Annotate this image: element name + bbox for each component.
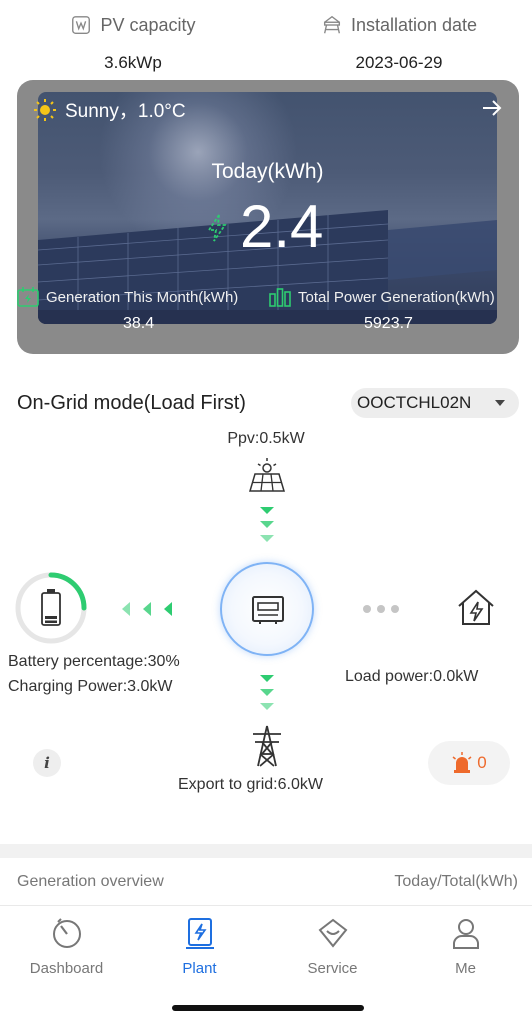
home-indicator <box>172 1005 364 1011</box>
flow-arrow <box>260 689 274 696</box>
caret-down-icon <box>495 400 505 406</box>
generation-overview-title: Generation overview <box>17 873 164 890</box>
device-selector[interactable]: OOCTCHL02N <box>351 388 519 418</box>
section-divider <box>0 844 532 858</box>
total-generation-label: Total Power Generation(kWh) <box>268 285 495 309</box>
today-generation-value: 2.4 <box>240 193 324 260</box>
inverter-node[interactable] <box>220 562 314 656</box>
tab-me[interactable]: Me <box>399 916 532 977</box>
installation-date: Installation date 2023-06-29 <box>266 14 532 73</box>
flow-idle-dot <box>377 605 385 613</box>
service-icon <box>318 918 347 948</box>
today-label: Today(kWh) <box>211 160 324 183</box>
alarm-count: 0 <box>477 753 487 772</box>
tab-label: Plant <box>182 960 217 977</box>
flow-arrow <box>260 703 274 710</box>
alarm-button[interactable]: 0 <box>428 741 510 785</box>
installation-icon <box>323 15 340 34</box>
pv-capacity: PV capacity 3.6kWp <box>0 14 266 73</box>
flow-arrow <box>164 602 172 616</box>
flow-arrow <box>260 675 274 682</box>
arrow-right-icon[interactable] <box>480 96 504 120</box>
inverter-icon <box>252 596 284 624</box>
solar-panel-icon[interactable] <box>246 456 288 494</box>
home-load-icon[interactable] <box>455 588 497 628</box>
flow-arrow <box>260 521 274 528</box>
alarm-siren-icon <box>452 752 472 773</box>
work-mode-title: On-Grid mode(Load First) <box>17 392 246 414</box>
tab-service[interactable]: Service <box>266 916 399 977</box>
tab-dashboard[interactable]: Dashboard <box>0 916 133 977</box>
flow-arrow <box>260 535 274 542</box>
export-to-grid-label: Export to grid:6.0kW <box>178 776 323 793</box>
device-id: OOCTCHL02N <box>357 393 472 412</box>
tab-label: Dashboard <box>29 960 104 977</box>
load-power-label: Load power:0.0kW <box>345 668 479 685</box>
battery-icon <box>41 589 61 626</box>
pv-capacity-value: 3.6kWp <box>104 53 162 72</box>
battery-gauge[interactable] <box>14 571 88 645</box>
flow-arrow <box>143 602 151 616</box>
dashboard-icon <box>52 918 81 948</box>
plant-icon <box>185 918 214 949</box>
bar-chart-icon <box>269 288 291 307</box>
plant-summary: PV capacity 3.6kWp Installation date 202… <box>0 14 532 74</box>
calendar-icon <box>17 287 39 307</box>
generation-overview-unit: Today/Total(kWh) <box>394 873 518 890</box>
weather-text: Sunny，1.0°C <box>65 101 186 122</box>
weather-status: Sunny，1.0°C <box>33 96 186 123</box>
tab-label: Service <box>307 960 358 977</box>
pv-power-label: Ppv:0.5kW <box>227 430 305 447</box>
total-generation-value: 5923.7 <box>364 315 413 332</box>
charging-power-label: Charging Power:3.0kW <box>8 678 173 695</box>
month-generation-value: 38.4 <box>123 315 155 332</box>
info-button[interactable]: i <box>33 749 61 777</box>
pv-capacity-icon <box>72 16 91 34</box>
pv-capacity-label: PV capacity <box>100 14 196 35</box>
flow-arrow <box>260 507 274 514</box>
tab-plant[interactable]: Plant <box>133 916 266 977</box>
installation-date-label: Installation date <box>350 14 478 35</box>
flow-idle-dot <box>363 605 371 613</box>
battery-percentage-label: Battery percentage:30% <box>8 653 180 670</box>
month-generation-label: Generation This Month(kWh) <box>16 285 238 309</box>
tab-label: Me <box>455 960 476 977</box>
flow-idle-dot <box>391 605 399 613</box>
installation-date-value: 2023-06-29 <box>355 53 443 72</box>
info-icon: i <box>44 754 50 772</box>
flow-arrow <box>122 602 130 616</box>
power-grid-icon[interactable] <box>250 724 284 768</box>
me-icon <box>452 919 479 949</box>
lightning-icon <box>207 214 227 242</box>
sun-icon <box>34 98 56 121</box>
